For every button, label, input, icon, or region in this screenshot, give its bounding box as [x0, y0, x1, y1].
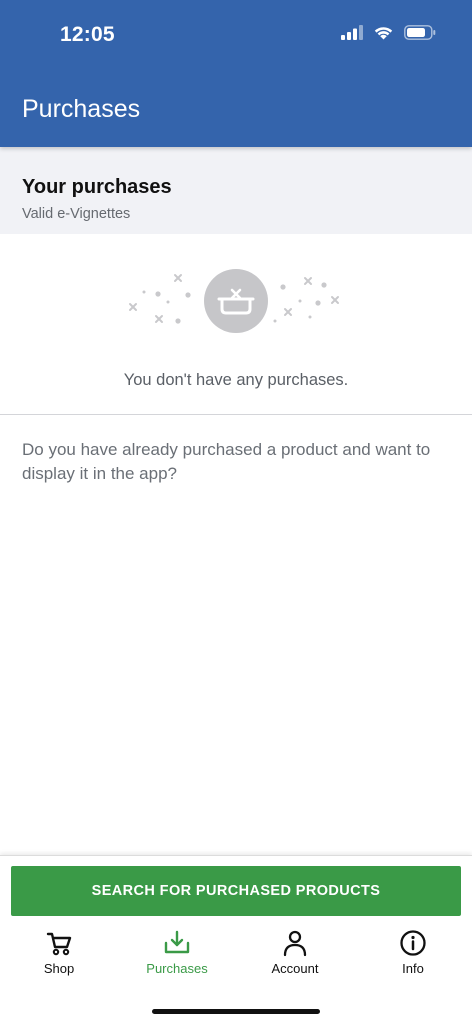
- signal-icon: [341, 25, 363, 40]
- tab-purchases[interactable]: Purchases: [118, 929, 236, 983]
- tab-label: Purchases: [146, 961, 208, 976]
- app-header: 12:05 Purchases: [0, 0, 472, 147]
- section-subtitle: Valid e-Vignettes: [22, 206, 131, 222]
- hint-text: Do you have already purchased a product …: [22, 440, 431, 483]
- divider: [0, 414, 472, 415]
- home-indicator: [152, 1009, 320, 1014]
- tab-label: Shop: [43, 961, 75, 976]
- purchases-screen: 12:05 Purchases Your purchases Valid e-V…: [0, 0, 472, 1024]
- tab-label: Account: [271, 961, 319, 976]
- person-icon: [283, 930, 307, 957]
- info-icon: [400, 930, 426, 956]
- status-icons: [341, 25, 436, 40]
- tab-label: Info: [402, 961, 424, 976]
- status-time: 12:05: [60, 23, 115, 46]
- tab-shop[interactable]: Shop: [0, 929, 118, 983]
- cart-icon: [46, 932, 72, 956]
- section-title: Your purchases: [22, 176, 172, 198]
- battery-icon: [404, 25, 436, 40]
- download-tray-icon: [164, 930, 190, 954]
- empty-basket-illustration: [129, 269, 339, 333]
- section-header: Your purchases Valid e-Vignettes: [0, 147, 472, 234]
- empty-state-message: You don't have any purchases.: [123, 371, 349, 389]
- tab-info[interactable]: Info: [354, 929, 472, 983]
- tab-account[interactable]: Account: [236, 929, 354, 983]
- page-title: Purchases: [22, 95, 141, 123]
- wifi-icon: [374, 27, 393, 40]
- search-purchased-products-button[interactable]: SEARCH FOR PURCHASED PRODUCTS: [11, 866, 461, 916]
- action-area: SEARCH FOR PURCHASED PRODUCTS: [0, 855, 472, 923]
